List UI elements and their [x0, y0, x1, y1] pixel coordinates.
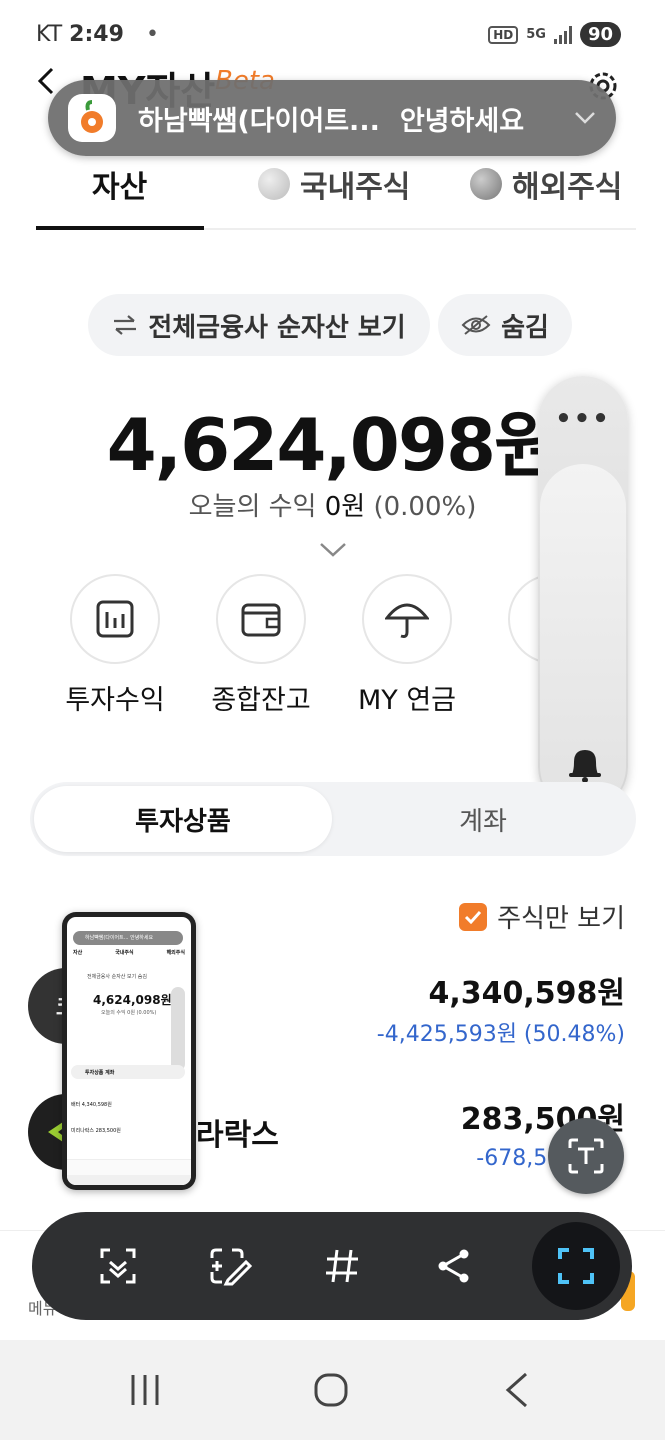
today-profit-label: 오늘의 수익	[188, 492, 317, 522]
tab-domestic-label: 국내주식	[300, 170, 411, 205]
hashtag-icon	[326, 1249, 358, 1283]
hide-button[interactable]: 숨김	[438, 294, 572, 356]
wallet-icon	[216, 574, 306, 664]
thumbnail-tab: 자산	[73, 950, 83, 956]
recent-apps-button[interactable]	[120, 1370, 170, 1410]
home-icon	[314, 1373, 348, 1407]
segment-accounts[interactable]: 계좌	[334, 786, 632, 852]
capture-button[interactable]	[532, 1222, 620, 1310]
status-icons: HD 5G 90	[488, 22, 621, 47]
check-icon	[459, 902, 488, 931]
investment-return-label: 투자수익	[65, 685, 165, 716]
heads-up-notification[interactable]: 하남빡쌤(다이어트... 안녕하세요	[48, 80, 616, 156]
tab-foreign-label: 해외주식	[512, 170, 623, 205]
edge-panel-slider[interactable]	[540, 464, 626, 810]
product-account-toggle: 투자상품 계좌	[30, 782, 636, 856]
back-icon	[505, 1372, 527, 1408]
today-profit-value: 0원	[324, 492, 366, 522]
thumbnail-edge-panel	[171, 987, 185, 1071]
hide-label: 숨김	[501, 312, 549, 343]
net-assets-label: 전체금융사 순자산 보기	[148, 312, 406, 343]
thumbnail-segment: 투자상품 계좌	[71, 1065, 185, 1079]
share-button[interactable]	[398, 1212, 510, 1320]
globe-icon	[258, 168, 290, 200]
battery-icon: 90	[579, 22, 621, 47]
stocks-only-checkbox[interactable]: 주식만 보기	[459, 898, 625, 935]
thumbnail-row: 배터 4,340,598원	[71, 1102, 112, 1108]
stocks-only-label: 주식만 보기	[497, 904, 625, 934]
back-button[interactable]	[492, 1370, 542, 1410]
tab-foreign-stocks[interactable]: 해외주식	[470, 162, 622, 206]
holding-name[interactable]: 라락스	[196, 1110, 279, 1154]
extract-text-button[interactable]	[548, 1118, 624, 1194]
notification-message: 안녕하세요	[399, 105, 525, 137]
notification-title: 하남빡쌤(다이어트...	[138, 105, 380, 137]
asset-tabs: 자산 국내주식 해외주식	[36, 150, 636, 230]
holding-change: -4,425,593원 (50.48%)	[376, 1022, 625, 1047]
segment-products[interactable]: 투자상품	[34, 786, 332, 852]
holding-value[interactable]: 4,340,598원	[428, 968, 625, 1012]
thumbnail-chips: 전체금융사 순자산 보기 숨김	[87, 974, 147, 980]
tab-domestic-stocks[interactable]: 국내주식	[258, 162, 410, 206]
scroll-capture-button[interactable]	[62, 1212, 174, 1320]
tag-button[interactable]	[286, 1212, 398, 1320]
tab-assets[interactable]: 자산	[92, 162, 147, 206]
net-assets-button[interactable]: 전체금융사 순자산 보기	[88, 294, 430, 356]
edge-panel-handle[interactable]: •••	[538, 376, 628, 812]
my-pension-button[interactable]: MY 연금	[358, 574, 456, 717]
scroll-capture-icon	[100, 1248, 136, 1284]
signal-icon	[553, 25, 572, 44]
thumbnail-screen: 하남빡쌤(다이어트... 안녕하세요 자산 국내주식 해외주식 전체금융사 순자…	[67, 917, 191, 1185]
thumbnail-tab: 해외주식	[166, 950, 185, 956]
thumbnail-tabs: 자산 국내주식 해외주식	[73, 949, 185, 956]
chevron-down-icon[interactable]	[574, 111, 596, 125]
home-button[interactable]	[306, 1370, 356, 1410]
globe-icon	[470, 168, 502, 200]
bell-icon[interactable]	[566, 744, 604, 784]
thumbnail-nav	[67, 1175, 191, 1185]
5g-icon: 5G	[526, 27, 546, 42]
investment-return-button[interactable]: 투자수익	[65, 574, 165, 717]
tab-assets-label: 자산	[92, 170, 148, 205]
balance-label: 종합잔고	[211, 685, 311, 716]
hd-icon: HD	[488, 25, 519, 44]
balance-button[interactable]: 종합잔고	[211, 574, 311, 717]
notification-dot: •	[146, 22, 159, 47]
recent-apps-icon	[131, 1375, 159, 1405]
thumbnail-tab: 국내주식	[115, 950, 134, 956]
thumbnail-row: 미리나락스 283,500원	[71, 1128, 121, 1134]
draw-button[interactable]	[174, 1212, 286, 1320]
back-arrow-icon[interactable]	[34, 66, 58, 96]
thumbnail-total: 4,624,098원	[93, 993, 172, 1007]
screenshot-thumbnail[interactable]: 하남빡쌤(다이어트... 안녕하세요 자산 국내주식 해외주식 전체금융사 순자…	[62, 912, 196, 1190]
thumbnail-notification: 하남빡쌤(다이어트... 안녕하세요	[73, 931, 183, 945]
my-pension-label: MY 연금	[357, 685, 457, 716]
umbrella-icon	[362, 574, 452, 664]
capture-frame-icon	[558, 1248, 594, 1284]
screenshot-toolbar	[32, 1212, 632, 1320]
more-icon[interactable]: •••	[538, 404, 628, 434]
share-icon	[438, 1249, 469, 1283]
carrier-name: KT	[36, 22, 63, 47]
chart-icon	[70, 574, 160, 664]
system-navigation-bar	[0, 1340, 665, 1440]
today-profit-percent: (0.00%)	[373, 492, 477, 522]
carrier-label: KT 2:49	[36, 22, 124, 47]
eye-off-icon	[461, 315, 491, 335]
clock: 2:49	[69, 22, 124, 47]
thumbnail-dock	[67, 1159, 191, 1175]
carrot-app-icon	[68, 94, 116, 142]
active-tab-indicator	[36, 226, 204, 230]
swap-icon	[114, 315, 137, 335]
text-scan-icon	[568, 1138, 604, 1174]
thumbnail-today: 오늘의 수익 0원 (0.00%)	[101, 1010, 157, 1016]
edit-pen-icon	[210, 1248, 252, 1286]
chevron-down-icon[interactable]	[318, 540, 348, 560]
